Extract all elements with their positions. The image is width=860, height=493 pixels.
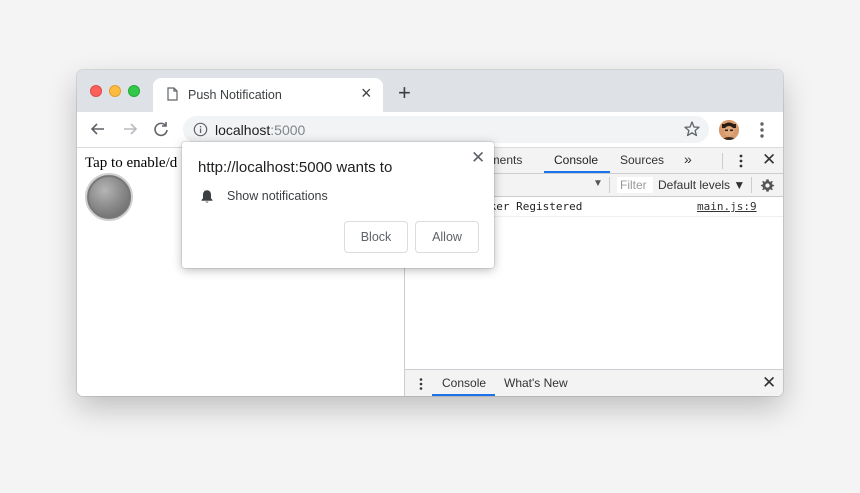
context-dropdown-icon[interactable]: ▼	[593, 178, 603, 189]
drawer-tab-console[interactable]: Console	[442, 376, 486, 390]
new-tab-icon[interactable]: +	[398, 82, 411, 104]
url-port: :5000	[270, 122, 306, 138]
url-text: localhost:5000	[215, 122, 305, 138]
tab-close-icon[interactable]: ×	[361, 84, 372, 102]
popup-title: http://localhost:5000 wants to	[198, 159, 393, 176]
console-filter-input[interactable]: Filter	[617, 177, 653, 193]
tab-console[interactable]: Console	[554, 153, 598, 167]
active-tab-indicator	[544, 171, 610, 173]
tab-push-notification[interactable]: Push Notification ×	[153, 78, 383, 112]
drawer-menu-icon[interactable]	[418, 377, 424, 391]
back-arrow-icon[interactable]	[87, 118, 109, 140]
gear-icon[interactable]	[760, 178, 775, 193]
info-icon[interactable]	[193, 122, 208, 137]
log-levels-dropdown[interactable]: Default levels ▼	[658, 178, 745, 192]
log-message: rker Registered	[483, 200, 583, 213]
devtools-menu-icon[interactable]	[738, 153, 744, 169]
drawer-close-icon[interactable]: ✕	[762, 373, 776, 393]
drawer-tab-whats-new[interactable]: What's New	[504, 376, 568, 390]
minimize-window-button[interactable]	[109, 85, 121, 97]
block-button[interactable]: Block	[344, 221, 408, 253]
document-icon	[167, 87, 178, 101]
notification-permission-popup: http://localhost:5000 wants to ✕ Show no…	[182, 142, 494, 268]
bell-icon	[201, 190, 213, 203]
tab-strip: Push Notification × +	[77, 70, 783, 112]
drawer-active-indicator	[432, 394, 495, 396]
maximize-window-button[interactable]	[128, 85, 140, 97]
browser-menu-icon[interactable]	[755, 120, 769, 140]
popup-close-icon[interactable]: ✕	[471, 148, 485, 168]
tab-sources[interactable]: Sources	[620, 153, 664, 167]
devtools-drawer: Console What's New ✕	[405, 369, 783, 396]
forward-arrow-icon[interactable]	[119, 118, 141, 140]
profile-avatar[interactable]	[719, 120, 739, 140]
push-toggle-button[interactable]	[85, 173, 133, 221]
url-host: localhost	[215, 122, 271, 138]
more-tabs-icon[interactable]: »	[684, 151, 692, 167]
permission-label: Show notifications	[227, 189, 328, 203]
devtools-close-icon[interactable]: ✕	[762, 150, 776, 170]
allow-button[interactable]: Allow	[415, 221, 479, 253]
log-source-link[interactable]: main.js:9	[697, 200, 757, 213]
tab-title: Push Notification	[188, 88, 282, 102]
divider	[609, 177, 610, 193]
divider	[751, 177, 752, 193]
reload-icon[interactable]	[150, 118, 172, 140]
toggle-instruction-text: Tap to enable/d	[85, 155, 178, 171]
address-bar[interactable]: localhost:5000	[183, 116, 709, 143]
close-window-button[interactable]	[90, 85, 102, 97]
bookmark-star-icon[interactable]	[683, 120, 701, 138]
divider	[722, 153, 723, 169]
